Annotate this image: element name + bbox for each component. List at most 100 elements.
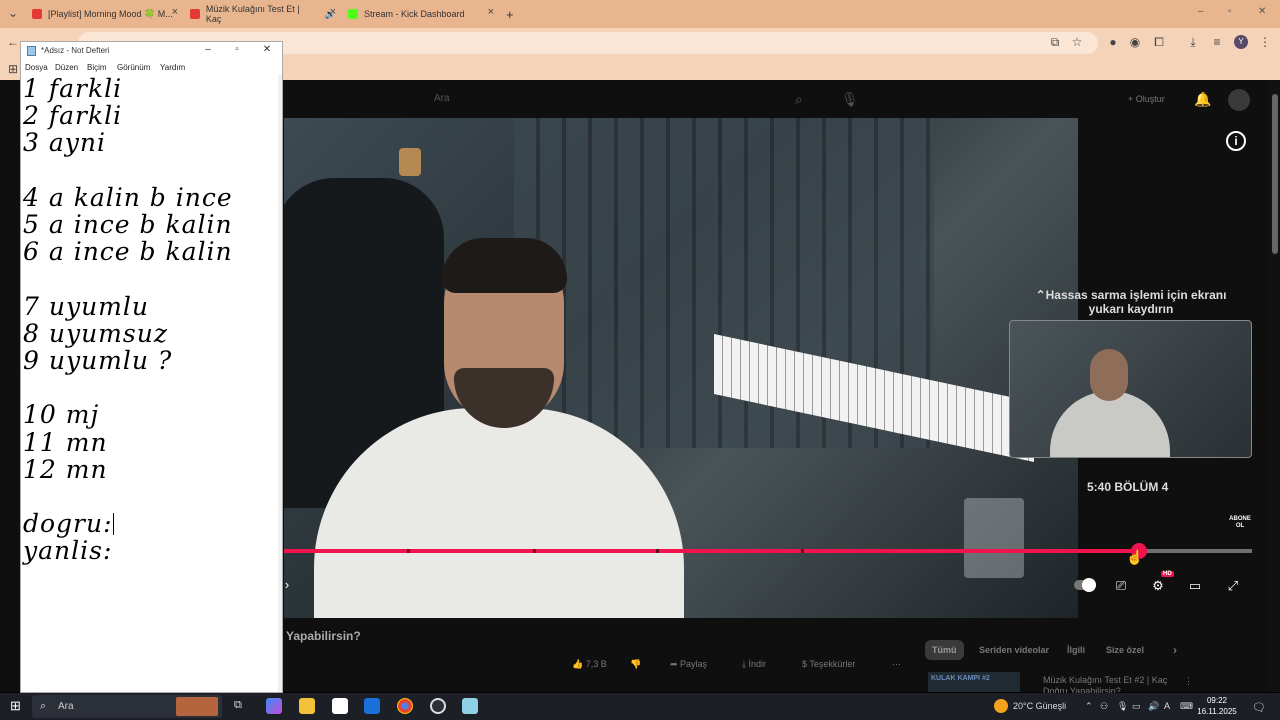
network-icon[interactable]: ⚇ (1100, 701, 1108, 712)
notepad-app-icon (27, 46, 36, 56)
tab-kick-dashboard[interactable]: Stream - Kick Dashboard × (348, 4, 494, 24)
tab-title: [Playlist] Morning Mood 🍀 M... (48, 8, 173, 19)
volume-icon[interactable]: 🔊 (1148, 701, 1159, 712)
clock-time: 09:22 (1206, 696, 1228, 705)
menu-edit[interactable]: Düzen (55, 63, 78, 72)
extensions-puzzle-icon[interactable]: ⧠ (1152, 35, 1166, 49)
notepad-text-area[interactable]: 1 farkli 2 farkli 3 ayni 4 a kalin b ince 5… (23, 75, 278, 565)
obs-icon[interactable] (430, 698, 446, 714)
chip-for-you[interactable]: Size özel (1099, 640, 1151, 660)
autoplay-toggle[interactable] (1074, 578, 1096, 592)
tab-title: Stream - Kick Dashboard (364, 9, 465, 19)
share-button[interactable]: ➦ Paylaş (670, 656, 707, 672)
mail-icon[interactable] (364, 698, 380, 714)
yt-search-input[interactable]: Ara (434, 93, 450, 104)
tab-close-icon[interactable]: × (330, 6, 336, 18)
create-button[interactable]: + Oluştur (1122, 90, 1171, 108)
chrome-menu-icon[interactable]: ⋮ (1258, 35, 1272, 49)
reading-list-icon[interactable]: ≡ (1210, 35, 1224, 49)
new-tab-button[interactable]: + (506, 4, 514, 24)
menu-help[interactable]: Yardım (160, 63, 185, 72)
minimize-window-icon[interactable]: – (1198, 6, 1204, 17)
extension-icon[interactable]: ● (1106, 35, 1120, 49)
video-title: Yapabilirsin? (286, 629, 361, 643)
copilot-icon[interactable] (266, 698, 282, 714)
taskbar-search[interactable]: ⌕ Ara (32, 695, 222, 718)
download-button[interactable]: ⤓ İndir (742, 656, 766, 672)
rec-more-icon[interactable]: ⋮ (1184, 673, 1193, 689)
bookmark-star-icon[interactable]: ☆ (1070, 35, 1084, 49)
chips-next-arrow-icon[interactable]: › (1166, 640, 1184, 660)
search-icon[interactable]: ⌕ (795, 91, 803, 108)
notepad-line (23, 265, 278, 292)
maximize-icon[interactable]: ▫ (230, 44, 244, 55)
start-windows-icon[interactable]: ⊞ (10, 698, 21, 714)
progress-bar[interactable] (284, 543, 1252, 559)
tab-playlist[interactable]: [Playlist] Morning Mood 🍀 M... × (32, 4, 178, 24)
close-icon[interactable]: ✕ (260, 44, 274, 55)
close-window-icon[interactable]: ✕ (1258, 6, 1266, 17)
thanks-label: Teşekkürler (809, 659, 856, 669)
notifications-bell-icon[interactable]: 🔔 (1194, 91, 1211, 108)
mic-icon[interactable]: 🎙 (1117, 701, 1128, 712)
menu-file[interactable]: Dosya (25, 63, 48, 72)
chrome-icon[interactable] (397, 698, 413, 714)
subscribe-watermark[interactable]: ABONE OL (1228, 516, 1252, 530)
ime-icon[interactable]: ⌨ (1180, 701, 1193, 712)
microsoft-store-icon[interactable] (332, 698, 348, 714)
video-frame-glass (964, 498, 1024, 578)
tray-chevron-icon[interactable]: ⌃ (1085, 701, 1093, 712)
video-player[interactable] (284, 118, 1078, 618)
theater-mode-icon[interactable]: ▭ (1186, 578, 1204, 594)
downloads-icon[interactable]: ⤓ (1186, 35, 1200, 49)
minimize-icon[interactable]: – (201, 44, 215, 55)
taskbar-clock[interactable]: 09:22 16.11.2025 (1197, 695, 1237, 717)
thanks-button[interactable]: $ Teşekkürler (802, 656, 855, 672)
display-icon[interactable]: ▭ (1132, 701, 1141, 712)
page-scrollbar[interactable] (1270, 80, 1280, 692)
dislike-icon[interactable]: 👎 (630, 656, 641, 672)
notepad-line (23, 483, 278, 510)
like-button[interactable]: 👍 7,3 B (572, 656, 607, 672)
back-icon[interactable]: ← (6, 35, 20, 49)
fullscreen-icon[interactable]: ⤢ (1224, 578, 1242, 594)
settings-gear-icon[interactable]: ⚙ (1149, 578, 1167, 594)
tab-close-icon[interactable]: × (488, 6, 494, 18)
hand-cursor-icon: ☝ (1126, 549, 1144, 565)
notification-center-icon[interactable]: 🗨 (1252, 701, 1266, 714)
precise-seek-hint: ⌃Hassas sarma işlemi için ekranı yukarı … (1035, 288, 1227, 316)
notepad-line: 2 farkli (23, 101, 123, 131)
chip-related[interactable]: İlgili (1060, 640, 1092, 660)
notepad-taskbar-icon[interactable] (462, 698, 478, 714)
windows-taskbar: ⊞ ⌕ Ara ⧉ 20°C Güneşli ⌃ ⚇ 🎙 ▭ 🔊 A ⌨ 09:… (0, 693, 1280, 720)
tab-muzik-kulagi[interactable]: Müzik Kulağını Test Et | Kaç 🔊 × (190, 4, 336, 24)
microphone-icon[interactable]: 🎙 (841, 91, 859, 108)
tab-search-chevron-icon[interactable]: ⌄ (6, 6, 20, 20)
menu-view[interactable]: Görünüm (117, 63, 150, 72)
seek-preview-thumbnail (1009, 320, 1252, 458)
install-app-icon[interactable]: ⧉ (1048, 35, 1062, 49)
yt-account-avatar[interactable] (1228, 89, 1250, 111)
menu-format[interactable]: Biçim (87, 63, 107, 72)
info-icon[interactable]: i (1226, 131, 1246, 151)
chip-all[interactable]: Tümü (925, 640, 964, 660)
apps-grid-icon[interactable]: ⊞ (6, 62, 20, 76)
extension-icon[interactable]: ◉ (1128, 35, 1142, 49)
notepad-line: 4 a kalin b ince (23, 182, 233, 212)
more-actions-icon[interactable]: ⋯ (892, 656, 901, 672)
profile-avatar[interactable]: Y (1234, 35, 1248, 49)
file-explorer-icon[interactable] (299, 698, 315, 714)
notepad-titlebar[interactable]: *Adsız - Not Defteri – ▫ ✕ (21, 42, 282, 60)
weather-label[interactable]: 20°C Güneşli (1013, 701, 1066, 711)
subtitles-icon[interactable]: ⎚ (1112, 578, 1130, 594)
notepad-line: 5 a ince b kalin (23, 210, 233, 240)
recommended-thumbnail[interactable]: KULAK KAMPI #2 (928, 672, 1020, 692)
input-language-icon[interactable]: A (1164, 701, 1170, 711)
notepad-line (23, 374, 278, 401)
scroll-thumb[interactable] (1272, 94, 1278, 254)
chip-series-videos[interactable]: Seriden videolar (972, 640, 1056, 660)
tab-close-icon[interactable]: × (172, 6, 178, 18)
task-view-icon[interactable]: ⧉ (234, 699, 242, 712)
notepad-scrollbar[interactable] (278, 75, 282, 692)
maximize-window-icon[interactable]: ▫ (1228, 6, 1232, 17)
